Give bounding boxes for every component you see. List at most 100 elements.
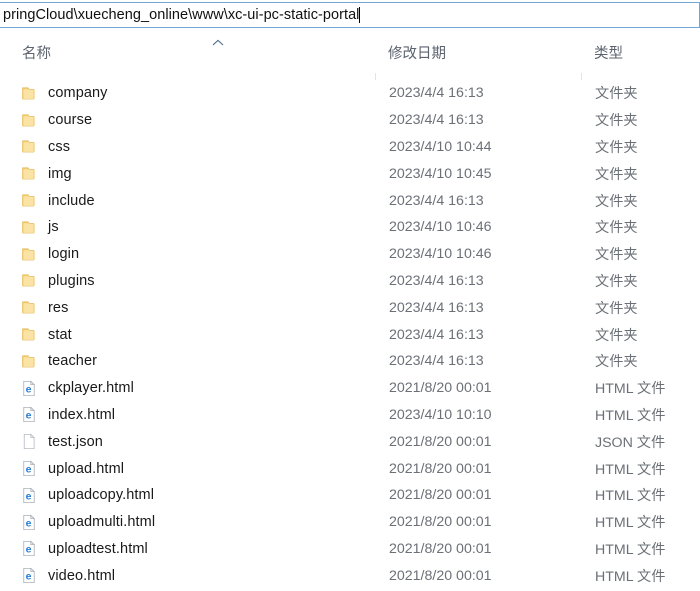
file-row[interactable]: css 2023/4/10 10:44 文件夹 — [0, 134, 700, 161]
svg-text:e: e — [26, 464, 32, 476]
folder-icon — [21, 192, 38, 209]
file-type-cell: 文件夹 — [595, 83, 638, 103]
file-type-cell: HTML 文件 — [595, 566, 665, 586]
folder-icon — [21, 219, 38, 236]
address-bar[interactable]: pringCloud\xuecheng_online\www\xc-ui-pc-… — [0, 2, 700, 28]
file-date-cell: 2023/4/10 10:45 — [389, 166, 492, 182]
file-type-cell: HTML 文件 — [595, 485, 665, 505]
file-name-label: res — [48, 300, 68, 316]
file-row[interactable]: js2023/4/10 10:46文件夹 — [0, 214, 700, 241]
file-name-cell[interactable]: eckplayer.html — [21, 375, 134, 402]
file-row[interactable]: res 2023/4/4 16:13 文件夹 — [0, 294, 700, 321]
file-name-cell[interactable]: teacher — [21, 348, 97, 375]
file-row[interactable]: include2023/4/4 16:13文件夹 — [0, 187, 700, 214]
file-row[interactable]: stat2023/4/4 16:13文件夹 — [0, 321, 700, 348]
html-file-icon: e — [21, 487, 38, 504]
file-type-cell: HTML 文件 — [595, 378, 665, 398]
file-name-cell[interactable]: e uploadmulti.html — [21, 509, 155, 536]
folder-icon — [21, 353, 38, 370]
file-row[interactable]: euploadmulti.html2021/8/20 00:01HTML 文件 — [0, 509, 700, 536]
file-row[interactable]: plugins2023/4/4 16:13文件夹 — [0, 268, 700, 295]
file-explorer-window: pringCloud\xuecheng_online\www\xc-ui-pc-… — [0, 0, 700, 591]
file-row[interactable]: course 2023/4/4 16:13 文件夹 — [0, 107, 700, 134]
svg-text:e: e — [26, 571, 32, 583]
file-row[interactable]: euploadcopy.html 2021/8/20 00:01 HTML 文件 — [0, 482, 700, 509]
file-name-cell[interactable]: e upload.html — [21, 455, 124, 482]
column-header-type[interactable]: 类型 — [594, 33, 623, 71]
html-file-icon: e — [21, 380, 38, 397]
file-type-cell: 文件夹 — [595, 137, 638, 157]
file-date-cell: 2023/4/4 16:13 — [389, 353, 484, 369]
file-name-cell[interactable]: stat — [21, 321, 72, 348]
file-name-cell[interactable]: img — [21, 160, 72, 187]
file-name-label: company — [48, 85, 108, 101]
file-row[interactable]: img2023/4/10 10:45文件夹 — [0, 160, 700, 187]
file-name-cell[interactable]: eindex.html — [21, 402, 115, 429]
file-date-cell: 2023/4/10 10:44 — [389, 139, 492, 155]
file-row[interactable]: eupload.html2021/8/20 00:01HTML 文件 — [0, 455, 700, 482]
file-name-cell[interactable]: css — [21, 134, 70, 161]
column-header-type-label: 类型 — [594, 42, 623, 63]
file-row[interactable]: teacher 2023/4/4 16:13 文件夹 — [0, 348, 700, 375]
file-name-label: video.html — [48, 568, 115, 584]
file-name-label: uploadtest.html — [48, 541, 148, 557]
html-file-icon: e — [21, 514, 38, 531]
file-name-label: uploadmulti.html — [48, 514, 155, 530]
column-header-date[interactable]: 修改日期 — [388, 33, 446, 71]
file-name-cell[interactable]: company — [21, 80, 108, 107]
html-file-icon: e — [21, 460, 38, 477]
html-file-icon: e — [21, 540, 38, 557]
column-header-name[interactable]: 名称 — [22, 33, 51, 71]
file-row[interactable]: test.json2021/8/20 00:01JSON 文件 — [0, 428, 700, 455]
file-name-cell[interactable]: test.json — [21, 428, 103, 455]
file-row[interactable]: login2023/4/10 10:46文件夹 — [0, 241, 700, 268]
file-name-label: css — [48, 139, 70, 155]
file-name-cell[interactable]: e video.html — [21, 562, 115, 589]
file-date-cell: 2023/4/10 10:10 — [389, 407, 492, 423]
file-date-cell: 2023/4/4 16:13 — [389, 300, 484, 316]
file-name-label: js — [48, 219, 59, 235]
file-row[interactable]: euploadtest.html2021/8/20 00:01HTML 文件 — [0, 536, 700, 563]
file-date-cell: 2021/8/20 00:01 — [389, 568, 492, 584]
column-header-date-label: 修改日期 — [388, 42, 446, 63]
file-type-cell: 文件夹 — [595, 244, 638, 264]
file-date-cell: 2023/4/4 16:13 — [389, 327, 484, 343]
file-type-cell: 文件夹 — [595, 351, 638, 371]
file-name-cell[interactable]: js — [21, 214, 59, 241]
file-row[interactable]: e video.html 2021/8/20 00:01 HTML 文件 — [0, 562, 700, 589]
file-type-cell: 文件夹 — [595, 110, 638, 130]
file-name-label: stat — [48, 327, 72, 343]
file-date-cell: 2021/8/20 00:01 — [389, 541, 492, 557]
column-header-name-label: 名称 — [22, 42, 51, 63]
file-date-cell: 2021/8/20 00:01 — [389, 487, 492, 503]
file-row[interactable]: eindex.html 2023/4/10 10:10 HTML 文件 — [0, 402, 700, 429]
file-name-cell[interactable]: include — [21, 187, 95, 214]
file-name-cell[interactable]: login — [21, 241, 79, 268]
svg-text:e: e — [26, 517, 32, 529]
file-name-cell[interactable]: euploadcopy.html — [21, 482, 154, 509]
file-type-cell: 文件夹 — [595, 271, 638, 291]
file-type-cell: 文件夹 — [595, 217, 638, 237]
svg-text:e: e — [26, 410, 32, 422]
folder-icon — [21, 326, 38, 343]
file-date-cell: 2023/4/4 16:13 — [389, 112, 484, 128]
file-type-cell: HTML 文件 — [595, 459, 665, 479]
file-name-label: upload.html — [48, 461, 124, 477]
svg-text:e: e — [26, 490, 32, 502]
text-caret — [359, 7, 360, 23]
file-name-label: plugins — [48, 273, 95, 289]
file-type-cell: 文件夹 — [595, 191, 638, 211]
svg-text:e: e — [26, 383, 32, 395]
file-name-cell[interactable]: e uploadtest.html — [21, 536, 148, 563]
column-header-row: 名称 修改日期 类型 — [0, 33, 700, 71]
file-row[interactable]: company2023/4/4 16:13文件夹 — [0, 80, 700, 107]
file-name-cell[interactable]: res — [21, 294, 68, 321]
file-row[interactable]: eckplayer.html2021/8/20 00:01HTML 文件 — [0, 375, 700, 402]
folder-icon — [21, 85, 38, 102]
file-name-label: include — [48, 193, 95, 209]
file-name-cell[interactable]: plugins — [21, 268, 95, 295]
file-type-cell: 文件夹 — [595, 298, 638, 318]
file-type-cell: HTML 文件 — [595, 405, 665, 425]
folder-icon — [21, 272, 38, 289]
file-name-cell[interactable]: course — [21, 107, 92, 134]
